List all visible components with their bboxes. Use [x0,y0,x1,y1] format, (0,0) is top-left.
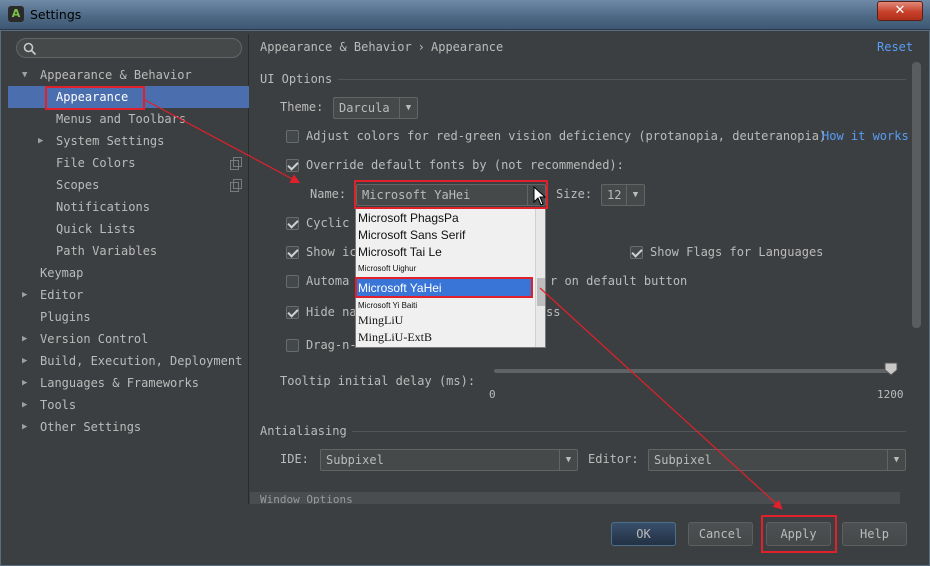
annotation-arrows [144,99,783,510]
mouse-cursor-icon [533,186,547,206]
annotation-arrow [539,287,783,510]
annotation-arrow [144,99,301,184]
